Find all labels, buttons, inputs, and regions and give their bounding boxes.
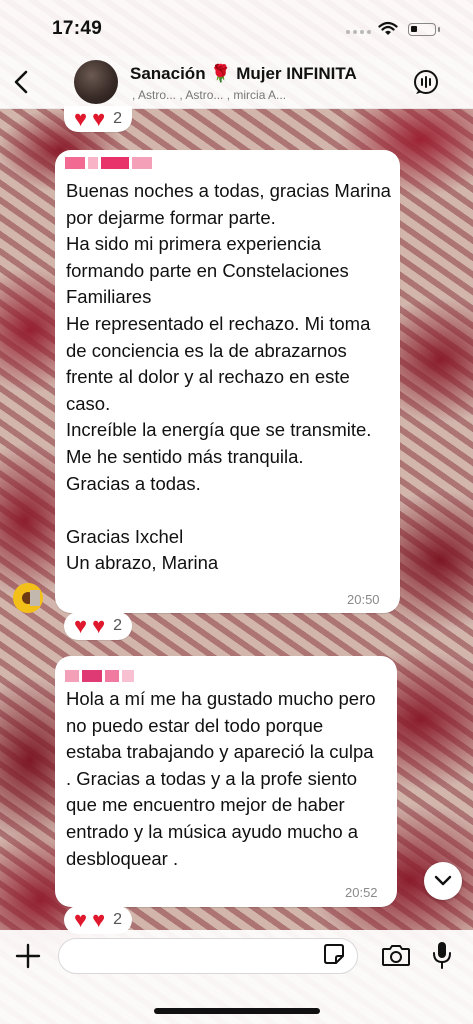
heart-reaction-icon: ♥ bbox=[92, 106, 106, 131]
message-timestamp: 20:52 bbox=[345, 885, 378, 900]
chat-title[interactable]: Sanación 🌹 Mujer INFINITA bbox=[130, 64, 357, 84]
chat-participants: , Astro... , Astro... , mircia A... bbox=[132, 88, 287, 102]
sender-name-redacted[interactable] bbox=[65, 156, 152, 170]
message-text-field[interactable] bbox=[71, 939, 325, 973]
camera-icon[interactable] bbox=[381, 942, 411, 968]
previous-message-reactions[interactable]: ♥ ♥ 2 bbox=[64, 106, 133, 132]
message-text: Hola a mí me ha gustado mucho pero no pu… bbox=[66, 688, 376, 869]
group-avatar[interactable] bbox=[74, 60, 118, 104]
sender-name-redacted[interactable] bbox=[65, 669, 134, 683]
message-bubble[interactable]: Hola a mí me ha gustado mucho pero no pu… bbox=[55, 656, 397, 907]
heart-reaction-icon: ♥ bbox=[74, 106, 88, 131]
reaction-count: 2 bbox=[113, 911, 123, 928]
battery-icon bbox=[408, 23, 440, 36]
message-bubble[interactable]: Buenas noches a todas, gracias Marina po… bbox=[55, 150, 400, 613]
message-input[interactable] bbox=[58, 938, 358, 974]
microphone-icon[interactable] bbox=[431, 940, 453, 970]
heart-reaction-icon: ♥ bbox=[92, 907, 106, 932]
status-bar: 17:49 bbox=[0, 0, 473, 56]
heart-reaction-icon: ♥ bbox=[74, 907, 88, 932]
sender-avatar[interactable] bbox=[10, 580, 46, 616]
chat-subtitle[interactable]: , Astro... , Astro... , mircia A... bbox=[132, 88, 377, 102]
heart-reaction-icon: ♥ bbox=[92, 613, 106, 638]
message-timestamp: 20:50 bbox=[347, 592, 380, 607]
home-indicator bbox=[154, 1008, 320, 1014]
message-reactions[interactable]: ♥ ♥ 2 bbox=[64, 612, 133, 640]
message-text: Buenas noches a todas, gracias Marina po… bbox=[66, 180, 391, 574]
signal-icon bbox=[346, 30, 371, 34]
back-chevron-icon[interactable] bbox=[10, 68, 34, 96]
wifi-icon bbox=[378, 21, 398, 35]
status-time: 17:49 bbox=[52, 18, 103, 39]
message-composer bbox=[0, 930, 473, 1024]
reaction-count: 2 bbox=[113, 110, 123, 127]
sticker-icon[interactable] bbox=[322, 942, 346, 966]
chevron-down-icon bbox=[434, 875, 452, 886]
plus-icon[interactable] bbox=[14, 942, 42, 970]
reaction-count: 2 bbox=[113, 617, 123, 634]
scroll-to-bottom-button[interactable] bbox=[424, 862, 462, 900]
heart-reaction-icon: ♥ bbox=[74, 613, 88, 638]
group-call-icon[interactable] bbox=[413, 69, 439, 95]
chat-header: Sanación 🌹 Mujer INFINITA , Astro... , A… bbox=[0, 56, 473, 109]
